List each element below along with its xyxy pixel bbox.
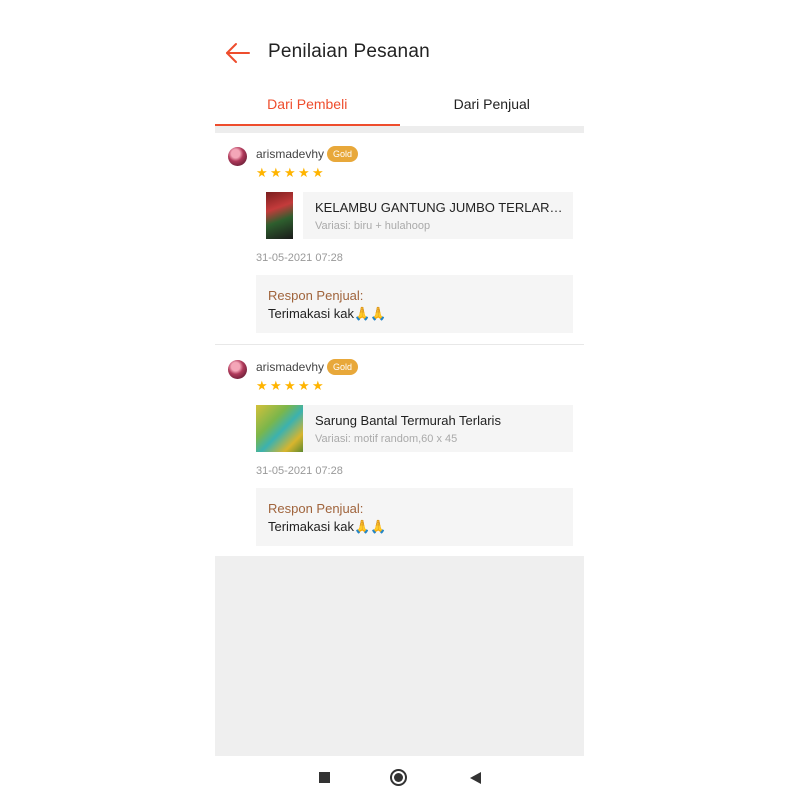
tab-dari-penjual[interactable]: Dari Penjual <box>400 84 585 126</box>
divider <box>215 126 584 133</box>
rating-stars: ★ ★ ★ ★ ★ <box>256 165 324 181</box>
star-icon: ★ <box>312 165 324 180</box>
tab-bar: Dari Pembeli Dari Penjual <box>215 84 584 126</box>
product-card[interactable]: KELAMBU GANTUNG JUMBO TERLARIS... Varias… <box>256 192 573 239</box>
empty-area <box>215 556 584 756</box>
response-label: Respon Penjual: <box>268 501 364 516</box>
product-thumbnail <box>256 405 303 452</box>
avatar[interactable] <box>228 360 247 379</box>
review-date: 31-05-2021 07:28 <box>256 465 343 477</box>
star-icon: ★ <box>256 165 268 180</box>
star-icon: ★ <box>298 165 310 180</box>
page-title: Penilaian Pesanan <box>268 41 430 62</box>
tab-dari-pembeli[interactable]: Dari Pembeli <box>215 84 400 126</box>
username[interactable]: arismadevhy <box>256 360 324 374</box>
square-icon <box>319 772 330 783</box>
response-label: Respon Penjual: <box>268 288 364 303</box>
back-button[interactable] <box>223 38 253 68</box>
product-variant: Variasi: biru + hulahoop <box>315 220 431 232</box>
app-screen: Penilaian Pesanan Dari Pembeli Dari Penj… <box>215 0 584 800</box>
member-badge: Gold <box>327 146 359 162</box>
response-text: Terimakasi kak🙏🙏 <box>268 306 387 321</box>
review-item: arismadevhy Gold ★ ★ ★ ★ ★ KELAMBU GANTU… <box>215 133 584 345</box>
star-icon: ★ <box>284 165 296 180</box>
star-icon: ★ <box>312 378 324 393</box>
home-circle-icon <box>390 769 407 786</box>
avatar[interactable] <box>228 147 247 166</box>
review-date: 31-05-2021 07:28 <box>256 252 343 264</box>
review-item: arismadevhy Gold ★ ★ ★ ★ ★ Sarung Bantal… <box>215 346 584 556</box>
member-badge: Gold <box>327 359 359 375</box>
header: Penilaian Pesanan <box>215 28 584 78</box>
product-thumbnail <box>256 192 303 239</box>
system-nav-bar <box>215 756 584 800</box>
response-text: Terimakasi kak🙏🙏 <box>268 519 387 534</box>
rating-stars: ★ ★ ★ ★ ★ <box>256 378 324 394</box>
star-icon: ★ <box>256 378 268 393</box>
back-triangle-icon <box>470 772 481 784</box>
product-variant: Variasi: motif random,60 x 45 <box>315 433 458 445</box>
username[interactable]: arismadevhy <box>256 147 324 161</box>
product-name: KELAMBU GANTUNG JUMBO TERLARIS... <box>315 200 565 215</box>
system-back-button[interactable] <box>467 769 485 787</box>
seller-response: Respon Penjual: Terimakasi kak🙏🙏 <box>256 488 573 546</box>
product-card[interactable]: Sarung Bantal Termurah Terlaris Variasi:… <box>256 405 573 452</box>
star-icon: ★ <box>284 378 296 393</box>
seller-response: Respon Penjual: Terimakasi kak🙏🙏 <box>256 275 573 333</box>
star-icon: ★ <box>298 378 310 393</box>
star-icon: ★ <box>270 165 282 180</box>
home-button[interactable] <box>390 769 408 787</box>
arrow-left-icon <box>226 43 250 63</box>
recents-button[interactable] <box>316 769 334 787</box>
star-icon: ★ <box>270 378 282 393</box>
product-name: Sarung Bantal Termurah Terlaris <box>315 413 501 428</box>
